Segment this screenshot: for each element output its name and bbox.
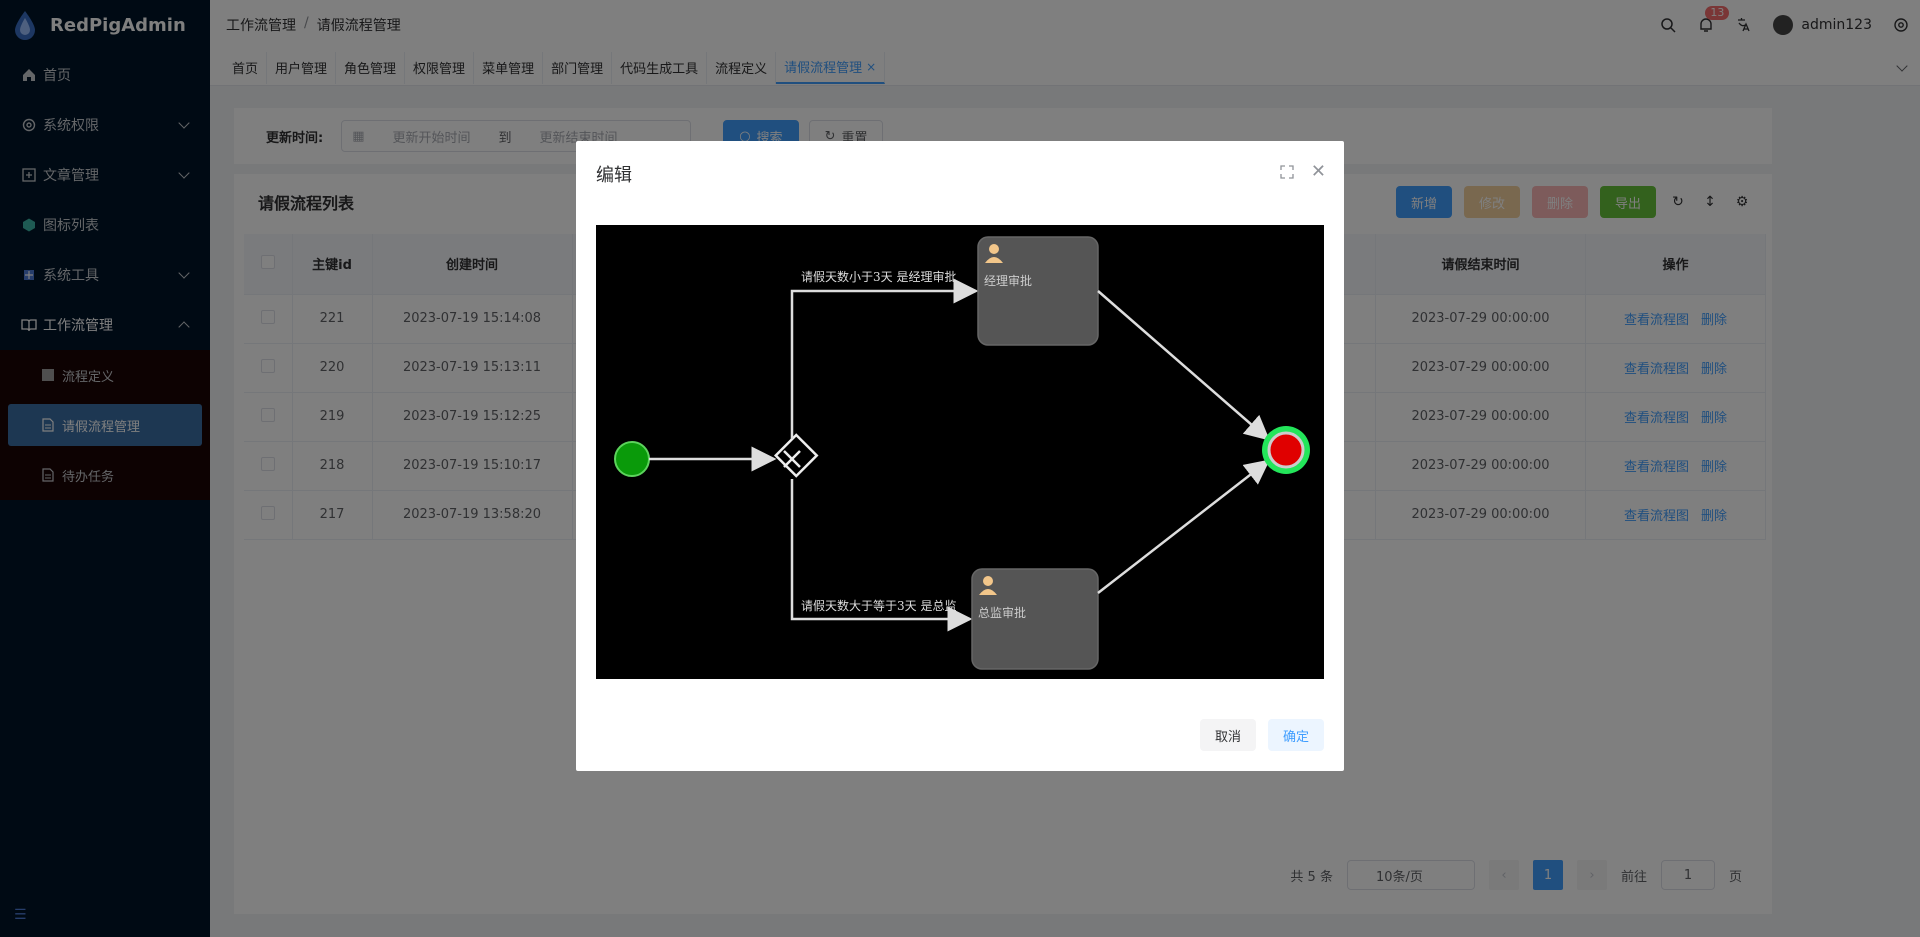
cancel-button[interactable]: 取消 xyxy=(1199,719,1256,751)
edge-label-bottom: 请假天数大于等于3天 是总监 xyxy=(801,598,956,613)
dialog-footer: 取消 确定 xyxy=(1199,719,1324,751)
fullscreen-icon[interactable] xyxy=(1280,165,1294,179)
dialog-title: 编辑 xyxy=(596,165,632,186)
start-event[interactable] xyxy=(614,441,650,477)
exclusive-gateway[interactable] xyxy=(773,433,819,478)
sequence-flow-to-end xyxy=(1097,459,1270,594)
task-label: 经理审批 xyxy=(984,273,1032,288)
confirm-button[interactable]: 确定 xyxy=(1267,719,1324,751)
edge-label-top: 请假天数小于3天 是经理审批 xyxy=(801,269,956,284)
task-director-approval[interactable]: 总监审批 xyxy=(971,568,1099,670)
task-label: 总监审批 xyxy=(978,605,1026,620)
end-event[interactable] xyxy=(1262,426,1310,474)
sequence-flow-manager xyxy=(790,278,979,439)
edit-dialog: 编辑 ✕ 请假天数小于3天 是经理审批 请假天数大于等于3天 是总监 经理审批 … xyxy=(576,141,1344,771)
process-diagram: 请假天数小于3天 是经理审批 请假天数大于等于3天 是总监 经理审批 总监审批 xyxy=(596,225,1324,679)
sequence-flow-to-end xyxy=(1097,290,1270,441)
process-diagram-svg: 请假天数小于3天 是经理审批 请假天数大于等于3天 是总监 经理审批 总监审批 xyxy=(614,236,1310,670)
task-manager-approval[interactable]: 经理审批 xyxy=(977,236,1099,346)
sequence-flow-director xyxy=(790,479,973,632)
close-icon[interactable]: ✕ xyxy=(1311,161,1326,182)
